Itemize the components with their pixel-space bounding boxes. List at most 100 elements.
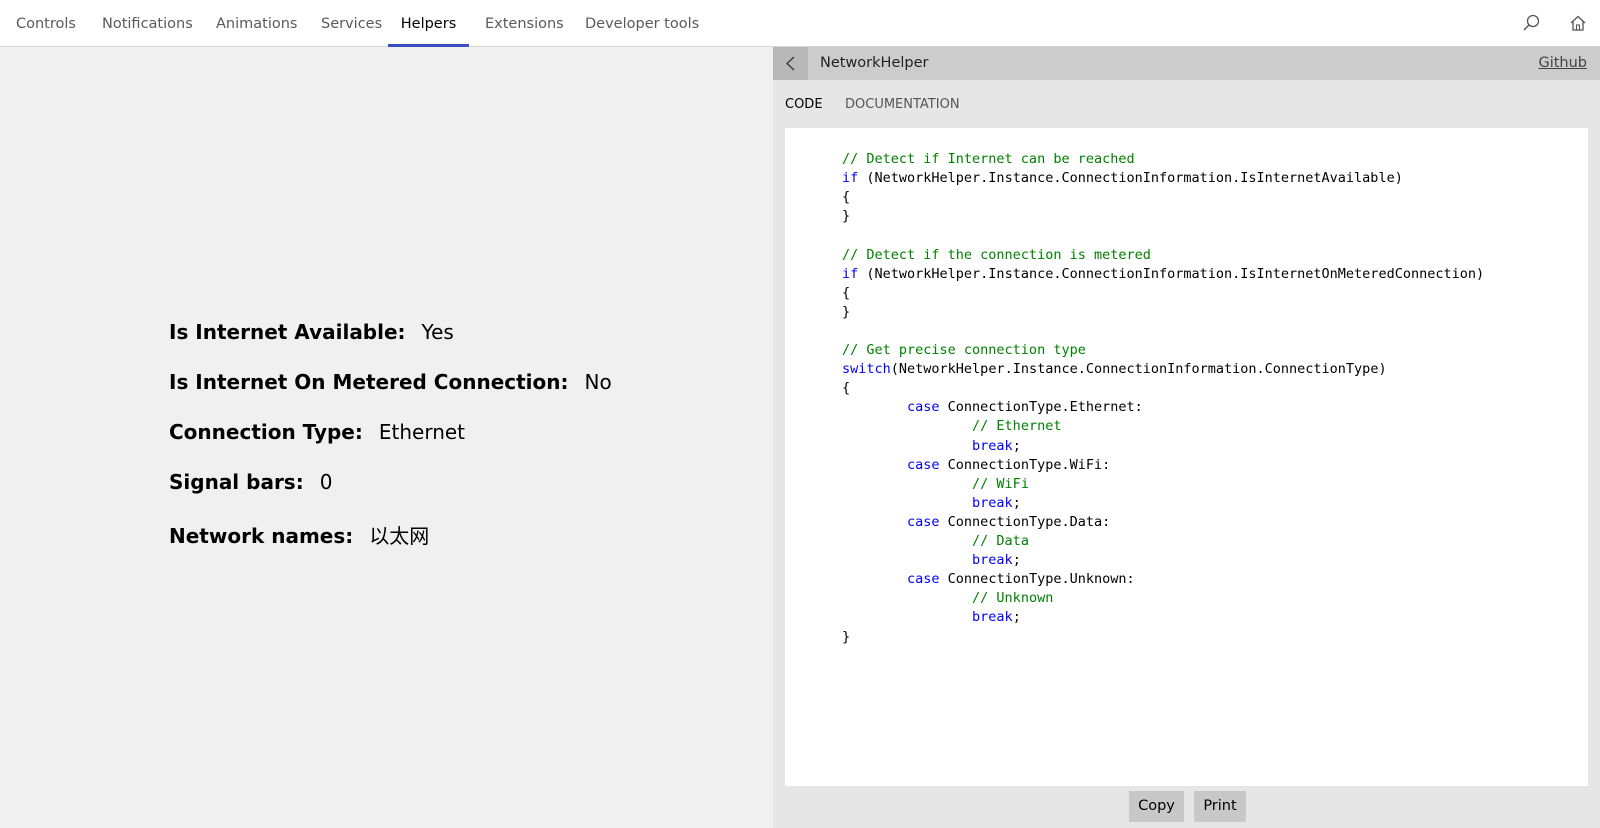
code-line: // Detect if the connection is metered [842,246,1151,265]
code-keyword: case [907,399,940,416]
nav-tab-developer-tools[interactable]: Developer tools [585,0,699,47]
code-line: } [842,207,850,226]
chevron-left-icon [784,56,798,71]
code-text: { [842,189,851,206]
code-line: } [842,303,850,322]
code-line: // Detect if Internet can be reached [842,150,1135,169]
helper-demo-area: Is Internet Available: Yes Is Internet On… [0,47,773,828]
internet-available-label: Is Internet Available: [169,320,406,344]
connection-type-label: Connection Type: [169,420,363,444]
nav-tab-helpers[interactable]: Helpers [388,0,469,47]
code-text: ConnectionType.WiFi: [939,456,1111,473]
code-line: case ConnectionType.Data: [842,513,1110,532]
nav-tab-services[interactable]: Services [321,0,382,47]
code-line: break; [842,551,1021,570]
code-comment: // Data [972,533,1029,549]
network-names-row: Network names: 以太网 [169,520,429,549]
search-icon[interactable] [1521,13,1541,33]
nav-tab-label: Helpers [400,16,457,32]
code-comment: // Detect if Internet can be reached [842,151,1135,167]
code-line: // Get precise connection type [842,341,1086,360]
nav-tab-animations[interactable]: Animations [216,0,297,47]
nav-tab-label: Animations [216,16,298,32]
nav-tab-label: Controls [16,16,76,32]
code-text: ; [1012,609,1021,626]
metered-connection-label: Is Internet On Metered Connection: [169,370,569,394]
top-navigation: Controls Notifications Animations Servic… [0,0,1600,47]
tab-documentation[interactable]: DOCUMENTATION [845,97,960,112]
code-line: if (NetworkHelper.Instance.ConnectionInf… [842,169,1403,188]
code-text: { [842,380,851,397]
code-text: } [842,628,851,645]
nav-tab-label: Notifications [102,16,193,32]
panel-header: NetworkHelper Github [773,47,1600,80]
code-keyword: if [842,265,859,282]
code-line: // Unknown [842,589,1053,608]
code-line: switch(NetworkHelper.Instance.Connection… [842,360,1387,379]
code-line: { [842,284,850,303]
code-text: (NetworkHelper.Instance.ConnectionInform… [858,170,1403,187]
code-keyword: if [842,170,859,187]
code-line: { [842,188,850,207]
signal-bars-label: Signal bars: [169,470,304,494]
print-button[interactable]: Print [1194,791,1246,822]
network-names-value: 以太网 [369,524,430,548]
code-line: case ConnectionType.Ethernet: [842,398,1143,417]
back-button[interactable] [773,47,808,80]
code-keyword: case [907,571,940,588]
code-line: break; [842,608,1021,627]
code-keyword: case [907,456,940,473]
code-line: case ConnectionType.Unknown: [842,570,1135,589]
code-panel: NetworkHelper Github CODE DOCUMENTATION … [773,47,1600,828]
metered-connection-row: Is Internet On Metered Connection: No [169,370,612,394]
code-text: ConnectionType.Unknown: [939,571,1135,588]
code-line: case ConnectionType.WiFi: [842,456,1110,475]
code-line: break; [842,494,1021,513]
nav-tab-label: Services [321,16,383,32]
code-line: // WiFi [842,475,1029,494]
code-text: ; [1012,437,1021,454]
connection-type-value: Ethernet [378,420,466,444]
tab-code[interactable]: CODE [785,97,823,112]
code-comment: // Get precise connection type [842,342,1086,358]
copy-button[interactable]: Copy [1129,791,1184,822]
code-text: ConnectionType.Data: [939,513,1111,530]
code-text: ; [1012,494,1021,511]
metered-connection-value: No [584,370,612,394]
code-text: } [842,208,851,225]
code-text: { [842,284,851,301]
nav-tab-notifications[interactable]: Notifications [102,0,193,47]
code-keyword: break [972,609,1013,626]
nav-tab-controls[interactable]: Controls [16,0,76,47]
network-names-label: Network names: [169,524,354,548]
code-keyword: break [972,494,1013,511]
code-comment: // WiFi [972,475,1029,492]
code-viewer[interactable]: // Detect if Internet can be reached if (… [785,128,1588,786]
signal-bars-value: 0 [319,470,333,494]
code-comment: // Detect if the connection is metered [842,246,1151,263]
code-line: // Data [842,532,1029,551]
internet-available-value: Yes [421,320,454,344]
code-line: } [842,628,850,647]
code-line: // Ethernet [842,417,1061,436]
code-keyword: break [972,552,1013,569]
github-link[interactable]: Github [1538,47,1587,80]
code-text: (NetworkHelper.Instance.ConnectionInform… [858,265,1485,282]
nav-tab-extensions[interactable]: Extensions [485,0,564,47]
home-icon[interactable] [1568,13,1588,33]
code-keyword: switch [842,361,891,378]
code-text: } [842,303,851,320]
code-comment: // Unknown [972,590,1054,607]
